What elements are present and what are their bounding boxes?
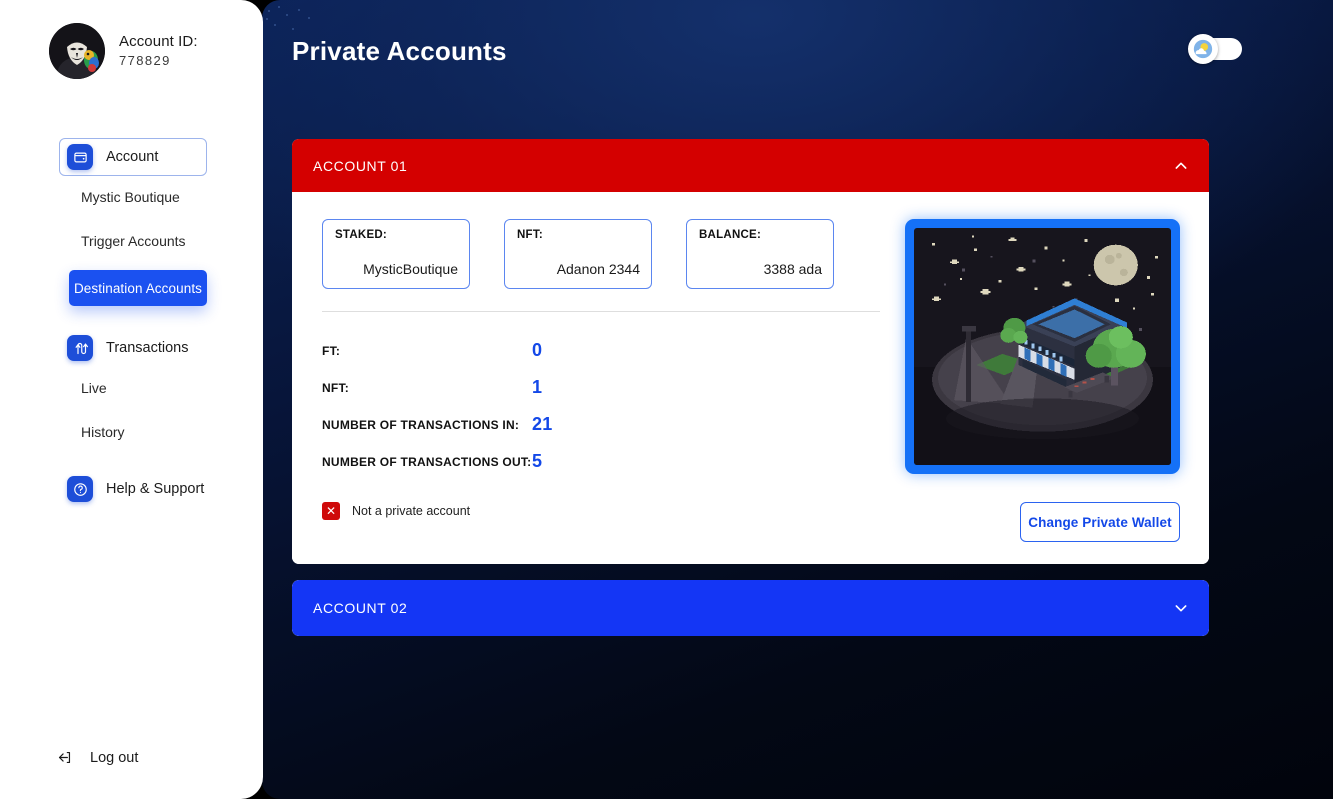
account-card-01: ACCOUNT 01 STAKED: MysticBoutique NFT: A… [292, 139, 1209, 564]
page-title: Private Accounts [292, 36, 507, 66]
section-divider [322, 311, 880, 312]
stat-transactions-in-label: NUMBER OF TRANSACTIONS IN: [322, 417, 520, 432]
account-id-label: Account ID: [119, 32, 198, 50]
sidebar-item-live[interactable]: Live [81, 373, 263, 403]
change-private-wallet-button[interactable]: Change Private Wallet [1020, 502, 1180, 542]
pixel-art-night-shop-scene-icon [914, 228, 1171, 465]
stat-transactions-in-value: 21 [532, 414, 553, 434]
stat-nft-label: NFT: [322, 380, 349, 395]
sidebar-item-live-label: Live [81, 380, 107, 396]
sidebar-item-account[interactable]: Account [59, 138, 207, 176]
stat-ft-label: FT: [322, 343, 341, 358]
info-box-staked-value: MysticBoutique [363, 261, 458, 277]
stat-row-ft: FT: 0 [322, 332, 552, 369]
profile-text: Account ID: 778829 [119, 33, 198, 70]
sidebar-item-help-support-label: Help & Support [106, 481, 205, 497]
stat-nft-value: 1 [532, 377, 543, 397]
account-02-header[interactable]: ACCOUNT 02 [292, 580, 1209, 636]
sidebar-item-history-label: History [81, 424, 125, 440]
sidebar-item-history[interactable]: History [81, 417, 263, 447]
sidebar-item-account-label: Account [106, 149, 159, 165]
wallet-icon [67, 144, 93, 170]
sidebar-item-trigger-accounts[interactable]: Trigger Accounts [81, 226, 263, 256]
logout-label: Log out [90, 749, 139, 766]
nft-artwork-frame[interactable] [905, 219, 1180, 474]
sidebar-nav: Account Mystic Boutique Trigger Accounts… [0, 138, 263, 508]
sidebar-item-destination-accounts-label: Destination Accounts [73, 280, 203, 296]
sidebar: Account ID: 778829 Account Mystic Boutiq… [0, 0, 263, 799]
change-private-wallet-label: Change Private Wallet [1028, 514, 1172, 530]
sidebar-item-mystic-boutique[interactable]: Mystic Boutique [81, 182, 263, 212]
anonymous-mask-avatar-icon [49, 23, 105, 79]
stat-row-transactions-in: NUMBER OF TRANSACTIONS IN: 21 [322, 406, 552, 443]
account-02-title: ACCOUNT 02 [313, 600, 408, 616]
stat-ft-value: 0 [532, 340, 543, 360]
account-01-info-boxes: STAKED: MysticBoutique NFT: Adanon 2344 … [322, 219, 834, 289]
status-badge: Not a private account [352, 504, 471, 518]
sidebar-item-mystic-boutique-label: Mystic Boutique [81, 189, 180, 205]
app-root: Private Accounts ACCOUNT 01 STAKED: Myst… [0, 0, 1333, 799]
info-box-balance: BALANCE: 3388 ada [686, 219, 834, 289]
sidebar-item-trigger-accounts-label: Trigger Accounts [81, 233, 186, 249]
account-01-body: STAKED: MysticBoutique NFT: Adanon 2344 … [292, 192, 1209, 564]
sidebar-item-help-support[interactable]: Help & Support [59, 470, 207, 508]
chevron-down-icon[interactable] [1173, 600, 1189, 616]
sun-cloud-icon [1193, 39, 1213, 59]
account-01-header[interactable]: ACCOUNT 01 [292, 139, 1209, 192]
stat-row-nft: NFT: 1 [322, 369, 552, 406]
account-01-title: ACCOUNT 01 [313, 157, 408, 174]
info-box-staked: STAKED: MysticBoutique [322, 219, 470, 289]
sidebar-item-transactions[interactable]: Transactions [59, 329, 207, 367]
stat-transactions-out-value: 5 [532, 451, 543, 471]
account-01-stats: FT: 0 NFT: 1 NUMBER OF TRANSACTIONS IN: … [322, 332, 552, 480]
account-id-value: 778829 [119, 53, 171, 69]
logout-button[interactable]: Log out [56, 749, 138, 766]
main-panel: Private Accounts ACCOUNT 01 STAKED: Myst… [262, 0, 1333, 799]
x-mark-icon: ✕ [322, 502, 340, 520]
account-card-02: ACCOUNT 02 [292, 580, 1209, 636]
transfer-arrows-icon [67, 335, 93, 361]
logout-arrow-icon [58, 751, 71, 764]
profile-block: Account ID: 778829 [49, 23, 198, 79]
info-box-nft-value: Adanon 2344 [556, 261, 640, 277]
info-box-staked-label: STAKED: [335, 229, 388, 241]
info-box-nft-label: NFT: [517, 229, 543, 241]
privacy-status: ✕ Not a private account [322, 502, 470, 520]
stat-row-transactions-out: NUMBER OF TRANSACTIONS OUT: 5 [322, 443, 552, 480]
chevron-up-icon[interactable] [1173, 158, 1189, 174]
theme-toggle-knob[interactable] [1188, 34, 1218, 64]
avatar [49, 23, 105, 79]
info-box-balance-label: BALANCE: [699, 229, 762, 241]
stat-transactions-out-label: NUMBER OF TRANSACTIONS OUT: [322, 454, 532, 469]
theme-toggle[interactable] [1188, 34, 1242, 64]
sidebar-item-transactions-label: Transactions [106, 340, 189, 356]
decorative-dots [264, 4, 320, 38]
info-box-balance-value: 3388 ada [763, 261, 822, 277]
question-circle-icon [67, 476, 93, 502]
sidebar-item-destination-accounts[interactable]: Destination Accounts [69, 270, 207, 306]
info-box-nft: NFT: Adanon 2344 [504, 219, 652, 289]
